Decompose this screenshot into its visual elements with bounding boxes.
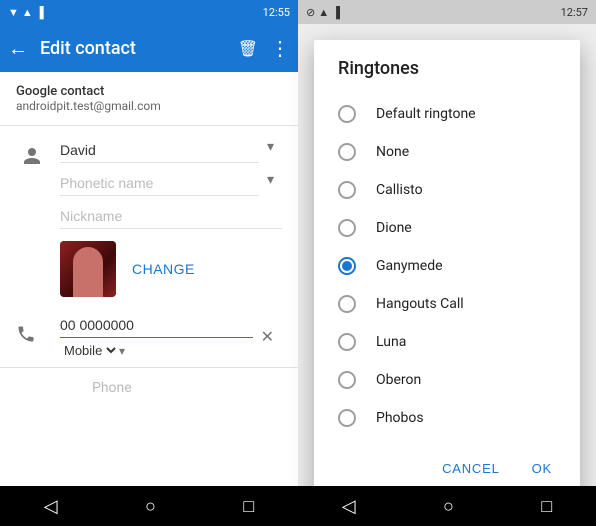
radio-none[interactable]: [338, 143, 356, 161]
left-panel: ▼ ▲ ▐ 12:55 ← Edit contact 🗑 ⋮ Google co…: [0, 0, 298, 526]
contact-info: Google contact androidpit.test@gmail.com: [0, 72, 298, 126]
list-item[interactable]: None: [314, 133, 580, 171]
change-photo-button[interactable]: CHANGE: [132, 261, 195, 277]
ringtone-label: Oberon: [376, 372, 421, 388]
name-input[interactable]: [60, 130, 259, 163]
contact-photo[interactable]: [60, 241, 116, 297]
list-item[interactable]: Luna: [314, 323, 580, 361]
phone-section: Mobile Home Work ▾ ✕: [0, 305, 298, 368]
nav-home-right[interactable]: ○: [423, 488, 474, 525]
toolbar-title: Edit contact: [40, 38, 238, 59]
radio-luna[interactable]: [338, 333, 356, 351]
phone-fields: Mobile Home Work ▾: [48, 309, 253, 363]
dialog-title: Ringtones: [314, 40, 580, 87]
nav-back-left[interactable]: ◁: [24, 488, 78, 525]
photo-section: CHANGE: [0, 233, 298, 305]
toolbar-left: ← Edit contact 🗑 ⋮: [0, 24, 298, 72]
cancel-button[interactable]: CANCEL: [430, 453, 512, 484]
list-item[interactable]: Dione: [314, 209, 580, 247]
list-item[interactable]: Phobos: [314, 399, 580, 437]
nav-back-right[interactable]: ◁: [322, 488, 376, 525]
phone-type-select[interactable]: Mobile Home Work: [60, 342, 119, 359]
battery-icon-right: ▐: [332, 6, 340, 19]
list-item[interactable]: Callisto: [314, 171, 580, 209]
back-button[interactable]: ←: [8, 36, 28, 61]
notification-icon: ▼: [8, 6, 19, 19]
radio-oberon[interactable]: [338, 371, 356, 389]
list-item[interactable]: Default ringtone: [314, 95, 580, 133]
phone-input[interactable]: [60, 309, 253, 338]
radio-hangouts-call[interactable]: [338, 295, 356, 313]
name-fields: ▾ ▾: [48, 130, 282, 229]
status-icons-left: ▼ ▲ ▐: [8, 6, 44, 19]
battery-icon: ▐: [36, 6, 44, 19]
nav-bar-right: ◁ ○ □: [298, 486, 596, 526]
time-left: 12:55: [263, 6, 290, 19]
radio-phobos[interactable]: [338, 409, 356, 427]
list-item[interactable]: Ganymede: [314, 247, 580, 285]
ringtone-label: Hangouts Call: [376, 296, 464, 312]
more-icon[interactable]: ⋮: [270, 36, 290, 60]
expand-phonetic-icon[interactable]: ▾: [259, 164, 282, 196]
name-row: ▾ ▾: [0, 126, 298, 233]
ringtones-dialog: Ringtones Default ringtone None Callisto…: [314, 40, 580, 496]
no-call-icon: ⊘: [306, 6, 315, 19]
nav-home-left[interactable]: ○: [125, 488, 176, 525]
add-phone-label[interactable]: Phone: [48, 372, 132, 404]
radio-dione[interactable]: [338, 219, 356, 237]
wifi-icon: ▲: [22, 6, 33, 19]
ringtone-label: Luna: [376, 334, 406, 350]
add-phone-row: Phone: [0, 368, 298, 408]
nav-bar-left: ◁ ○ □: [0, 486, 298, 526]
status-bar-left: ▼ ▲ ▐ 12:55: [0, 0, 298, 24]
delete-icon[interactable]: 🗑: [238, 39, 258, 58]
radio-default-ringtone[interactable]: [338, 105, 356, 123]
status-icons-right: ⊘ ▲ ▐: [306, 6, 340, 19]
ringtone-label: Default ringtone: [376, 106, 476, 122]
list-item[interactable]: Hangouts Call: [314, 285, 580, 323]
nickname-input[interactable]: [60, 196, 282, 229]
clear-phone-button[interactable]: ✕: [253, 319, 282, 354]
radio-ganymede[interactable]: [338, 257, 356, 275]
right-panel: ⊘ ▲ ▐ 12:57 Ringtones Default ringtone N…: [298, 0, 596, 526]
status-bar-right: ⊘ ▲ ▐ 12:57: [298, 0, 596, 24]
person-icon: [16, 130, 48, 166]
form-area: ▾ ▾ CHANGE: [0, 126, 298, 486]
list-item[interactable]: Oberon: [314, 361, 580, 399]
phone-icon: [16, 324, 48, 349]
contact-email: androidpit.test@gmail.com: [16, 99, 282, 113]
ringtone-label: Phobos: [376, 410, 424, 426]
dropdown-arrow-icon: ▾: [119, 344, 125, 358]
wifi-icon-right: ▲: [318, 6, 329, 19]
ringtone-label: None: [376, 144, 409, 160]
phonetic-name-input[interactable]: [60, 163, 259, 196]
radio-selected-indicator: [342, 261, 352, 271]
ringtone-label: Ganymede: [376, 258, 443, 274]
ringtone-list: Default ringtone None Callisto Dione Gan…: [314, 87, 580, 445]
contact-type: Google contact: [16, 84, 282, 99]
ringtone-label: Dione: [376, 220, 412, 236]
toolbar-actions: 🗑 ⋮: [238, 36, 290, 60]
nav-square-right[interactable]: □: [521, 488, 572, 525]
time-right: 12:57: [561, 6, 588, 19]
expand-name-icon[interactable]: ▾: [259, 131, 282, 163]
ok-button[interactable]: OK: [520, 453, 564, 484]
radio-callisto[interactable]: [338, 181, 356, 199]
nav-square-left[interactable]: □: [223, 488, 274, 525]
ringtone-label: Callisto: [376, 182, 423, 198]
